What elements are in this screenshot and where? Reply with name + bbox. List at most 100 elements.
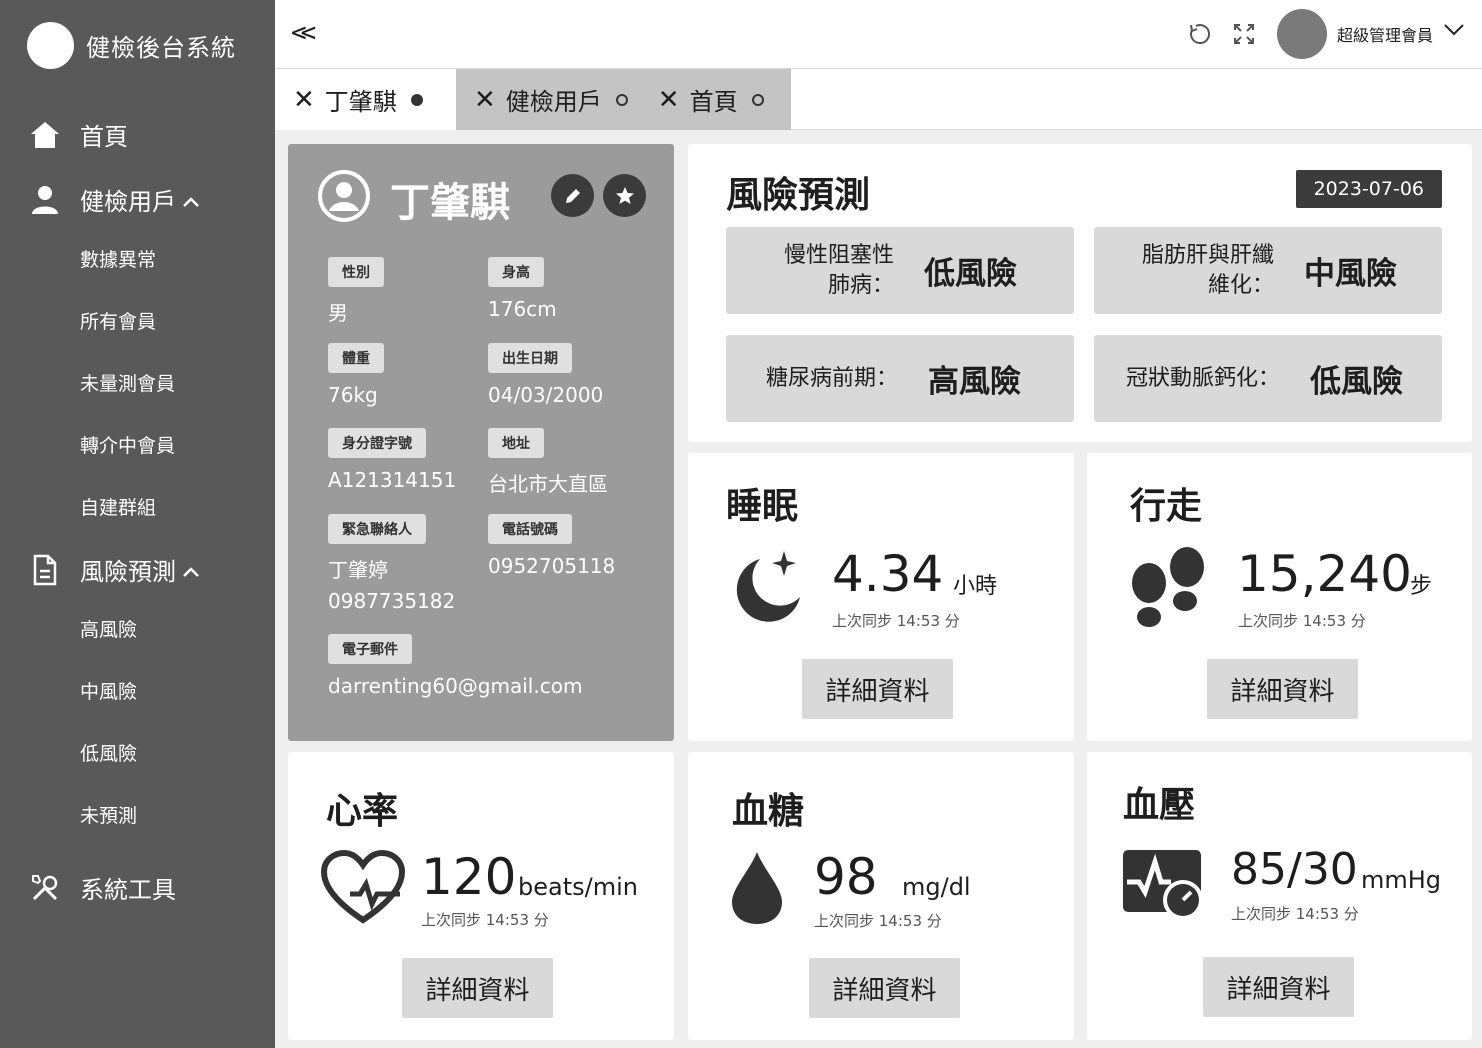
top-bar: << 超級管理會員 bbox=[275, 0, 1482, 69]
tools-icon bbox=[28, 871, 62, 905]
blood-sugar-title: 血糖 bbox=[732, 791, 805, 832]
sidebar-subitem-medium-risk[interactable]: 中風險 bbox=[80, 677, 137, 704]
sidebar-item-tools[interactable]: 系統工具 bbox=[28, 870, 176, 905]
refresh-icon[interactable] bbox=[1185, 20, 1213, 48]
tab-profile[interactable]: ✕ 丁肇騏 bbox=[275, 69, 456, 130]
sidebar-subitem-referring[interactable]: 轉介中會員 bbox=[80, 431, 175, 458]
profile-name: 丁肇騏 bbox=[390, 180, 510, 226]
phone-label: 電話號碼 bbox=[488, 514, 572, 544]
moon-icon bbox=[736, 551, 800, 622]
heartbeat-icon bbox=[320, 850, 406, 924]
sidebar-item-home[interactable]: 首頁 bbox=[28, 117, 128, 152]
user-circle-icon bbox=[318, 170, 370, 222]
profile-card: 丁肇騏 性別 男 身高 176cm 體重 76kg 出生日期 04/03/200… bbox=[288, 144, 674, 741]
risk-item-label: 脂肪肝與肝纖 維化： bbox=[1141, 242, 1274, 298]
emergency-contact-phone: 0987735182 bbox=[328, 589, 456, 613]
sidebar-subitem-all-members[interactable]: 所有會員 bbox=[80, 307, 156, 334]
height-label: 身高 bbox=[488, 257, 544, 287]
blood-pressure-detail-button[interactable]: 詳細資料 bbox=[1203, 957, 1354, 1017]
gender-label: 性別 bbox=[328, 257, 384, 287]
home-icon bbox=[28, 118, 62, 152]
weight-label: 體重 bbox=[328, 343, 384, 373]
sidebar-item-users[interactable]: 健檢用戶 bbox=[28, 182, 200, 217]
phone-value: 0952705118 bbox=[488, 554, 616, 578]
id-value: A121314151 bbox=[328, 468, 457, 492]
risk-date-badge[interactable]: 2023-07-06 bbox=[1295, 170, 1442, 208]
heart-rate-sync-time: 上次同步 14:53 分 bbox=[421, 911, 549, 929]
close-icon[interactable]: ✕ bbox=[474, 85, 496, 115]
risk-item-label: 冠狀動脈鈣化： bbox=[1125, 365, 1280, 391]
close-icon[interactable]: ✕ bbox=[293, 85, 315, 115]
tab-label: 丁肇騏 bbox=[324, 88, 397, 116]
tab-bar: ✕ 丁肇騏 ✕ 健檢用戶 ✕ 首頁 bbox=[275, 69, 1482, 130]
heart-rate-card: 心率 120 beats/min 上次同步 14:53 分 詳細資料 bbox=[288, 752, 674, 1040]
risk-item-label: 糖尿病前期： bbox=[765, 365, 898, 391]
brand[interactable]: 健檢後台系統 bbox=[27, 22, 236, 69]
walking-unit: 步 bbox=[1410, 574, 1433, 599]
sleep-unit: 小時 bbox=[953, 574, 998, 599]
sidebar-item-label: 首頁 bbox=[80, 123, 128, 151]
sidebar-subitem-low-risk[interactable]: 低風險 bbox=[80, 739, 137, 766]
risk-item-prediabetes[interactable]: 糖尿病前期： 高風險 bbox=[726, 335, 1074, 422]
address-value: 台北市大直區 bbox=[488, 472, 608, 496]
risk-item-level: 低風險 bbox=[1310, 364, 1403, 400]
risk-prediction-card: 風險預測 2023-07-06 慢性阻塞性 肺病： 低風險 脂肪肝與肝纖 維化： 中… bbox=[688, 144, 1472, 442]
sleep-card: 睡眠 4.34 小時 上次同步 14:53 分 詳細資料 bbox=[688, 453, 1074, 741]
sidebar-subitem-unpredicted[interactable]: 未預測 bbox=[80, 801, 137, 828]
edit-button[interactable] bbox=[551, 174, 594, 217]
tab-active-dot bbox=[410, 93, 423, 106]
sidebar-subitem-abnormal[interactable]: 數據異常 bbox=[80, 245, 156, 272]
blood-sugar-value: 98 bbox=[814, 848, 878, 906]
email-label: 電子郵件 bbox=[328, 634, 412, 664]
chevron-down-icon[interactable] bbox=[1443, 22, 1465, 42]
risk-item-copd[interactable]: 慢性阻塞性 肺病： 低風險 bbox=[726, 227, 1074, 314]
walking-card: 行走 15,240 步 上次同步 14:53 分 詳細資料 bbox=[1087, 453, 1472, 741]
star-icon bbox=[615, 186, 634, 204]
avatar[interactable] bbox=[1277, 9, 1327, 59]
blood-pressure-unit: mmHg bbox=[1361, 866, 1442, 894]
weight-value: 76kg bbox=[328, 383, 378, 407]
admin-name[interactable]: 超級管理會員 bbox=[1337, 22, 1433, 46]
walking-detail-button[interactable]: 詳細資料 bbox=[1207, 659, 1358, 719]
walking-title: 行走 bbox=[1130, 486, 1203, 527]
heart-rate-unit: beats/min bbox=[518, 873, 638, 901]
risk-item-label: 慢性阻塞性 肺病： bbox=[783, 242, 894, 298]
sidebar-item-label: 健檢用戶 bbox=[80, 188, 176, 216]
tab-label: 健檢用戶 bbox=[505, 88, 602, 116]
sidebar-subitem-custom-group[interactable]: 自建群組 bbox=[80, 493, 156, 520]
brand-logo bbox=[27, 22, 74, 69]
emergency-contact-label: 緊急聯絡人 bbox=[328, 514, 426, 544]
dob-label: 出生日期 bbox=[488, 343, 572, 373]
sidebar-item-risk[interactable]: 風險預測 bbox=[28, 552, 200, 587]
walking-value: 15,240 bbox=[1237, 545, 1412, 603]
blood-sugar-detail-button[interactable]: 詳細資料 bbox=[809, 958, 960, 1018]
risk-item-level: 中風險 bbox=[1304, 256, 1397, 292]
blood-pressure-sync-time: 上次同步 14:53 分 bbox=[1231, 905, 1359, 923]
close-icon[interactable]: ✕ bbox=[658, 85, 680, 115]
heart-rate-detail-button[interactable]: 詳細資料 bbox=[402, 958, 553, 1018]
document-icon bbox=[28, 553, 62, 587]
sidebar: 健檢後台系統 首頁 健檢用戶 數據異常 所有會員 未量測會員 轉介中會員 自建群… bbox=[0, 0, 275, 1048]
tab-inactive-dot bbox=[615, 93, 628, 106]
tab-inactive-dot bbox=[751, 93, 764, 106]
dob-value: 04/03/2000 bbox=[488, 383, 604, 407]
sidebar-subitem-unmeasured[interactable]: 未量測會員 bbox=[80, 369, 175, 396]
collapse-sidebar-button[interactable]: << bbox=[291, 18, 316, 48]
sleep-detail-button[interactable]: 詳細資料 bbox=[802, 659, 953, 719]
risk-item-coronary[interactable]: 冠狀動脈鈣化： 低風險 bbox=[1094, 335, 1442, 422]
sleep-value: 4.34 bbox=[832, 545, 944, 603]
app-title: 健檢後台系統 bbox=[86, 34, 236, 62]
favorite-button[interactable] bbox=[603, 174, 646, 217]
pencil-icon bbox=[565, 188, 580, 203]
tab-label[interactable]: 首頁 bbox=[690, 82, 738, 117]
drop-icon bbox=[732, 852, 782, 924]
tab-users[interactable]: ✕ 健檢用戶 ✕ 首頁 bbox=[456, 69, 791, 130]
blood-pressure-card: 血壓 85/30 mmHg 上次同步 14:53 分 詳細資料 bbox=[1087, 752, 1472, 1040]
walking-sync-time: 上次同步 14:53 分 bbox=[1238, 612, 1366, 630]
risk-item-fatty-liver[interactable]: 脂肪肝與肝纖 維化： 中風險 bbox=[1094, 227, 1442, 314]
fullscreen-icon[interactable] bbox=[1230, 20, 1258, 48]
sidebar-subitem-high-risk[interactable]: 高風險 bbox=[80, 615, 137, 642]
sidebar-item-label: 風險預測 bbox=[80, 558, 176, 586]
id-label: 身分證字號 bbox=[328, 428, 426, 458]
address-label: 地址 bbox=[488, 428, 544, 458]
